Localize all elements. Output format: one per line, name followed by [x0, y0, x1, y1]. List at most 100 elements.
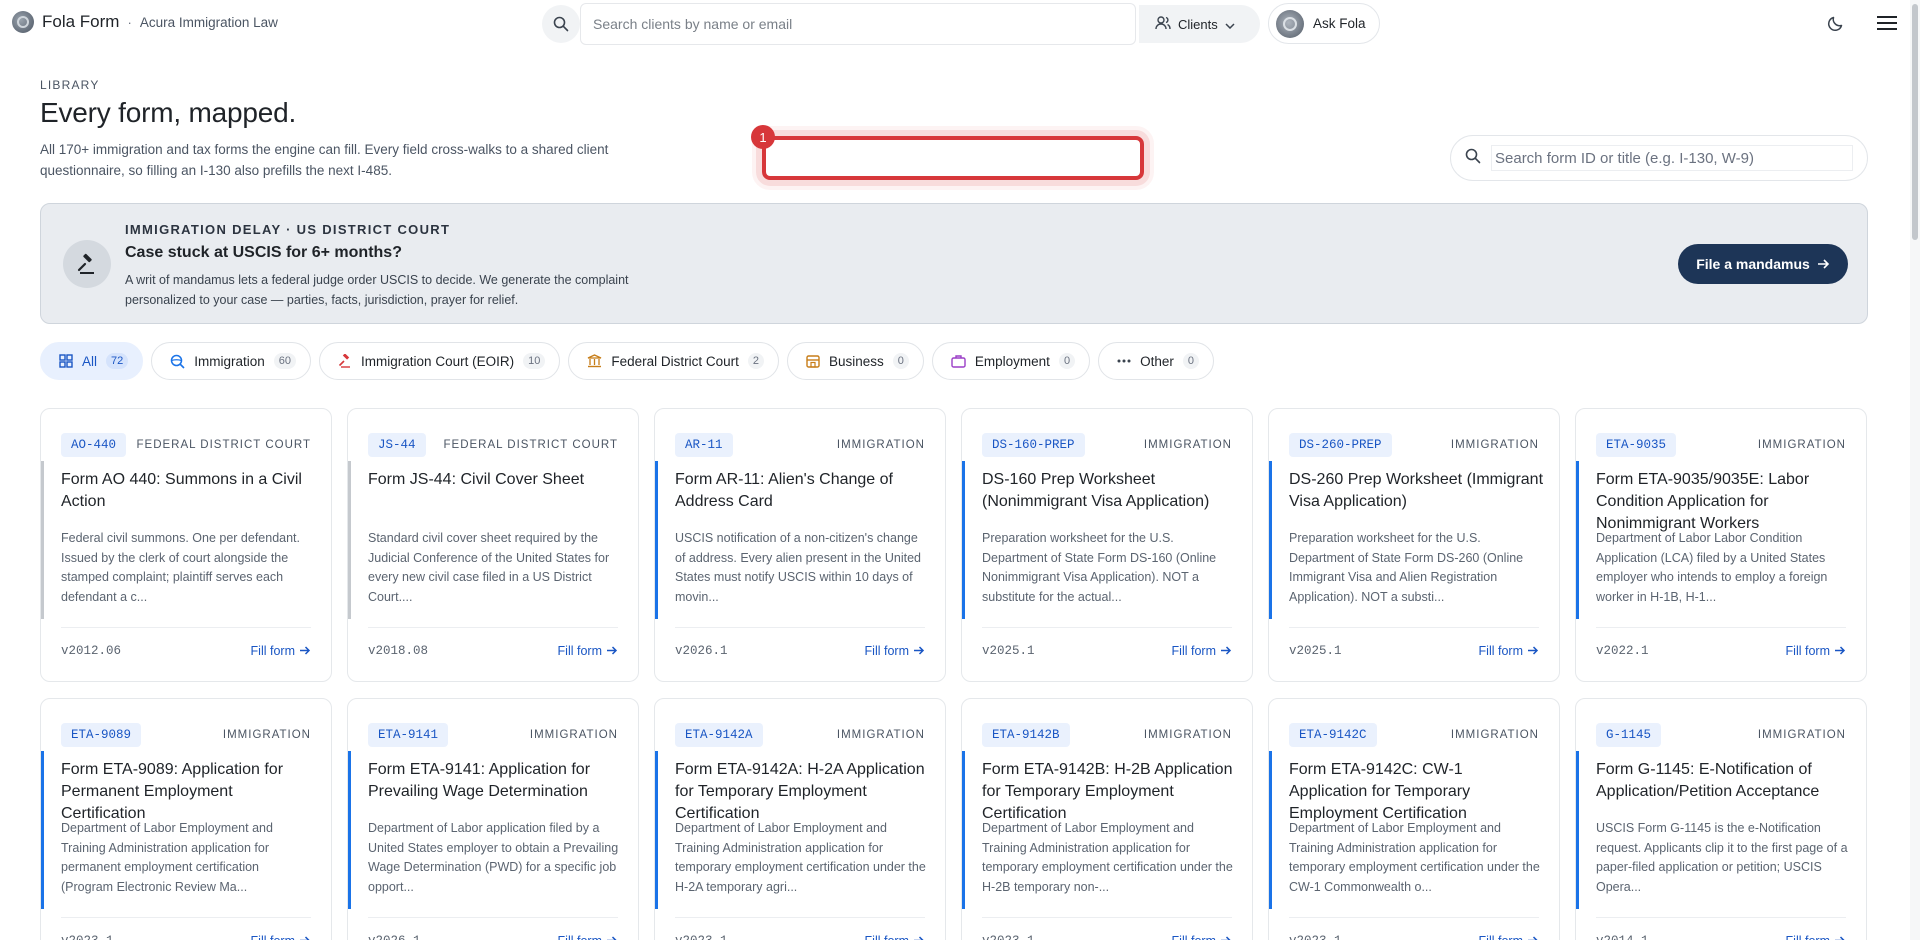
card-accent-bar	[1269, 461, 1272, 619]
form-category: IMMIGRATION	[1143, 729, 1232, 741]
fill-form-link[interactable]: Fill form	[1479, 934, 1539, 940]
form-description: Preparation worksheet for the U.S. Depar…	[1289, 531, 1524, 604]
tab-other[interactable]: Other 0	[1098, 342, 1214, 380]
fill-form-link[interactable]: Fill form	[558, 934, 618, 940]
form-card[interactable]: ETA-9035 IMMIGRATION Form ETA-9035/9035E: …	[1575, 408, 1867, 682]
card-footer: v2012.06 Fill form	[61, 627, 311, 658]
tab-business[interactable]: Business 0	[787, 342, 924, 380]
form-version: v2023.1	[675, 934, 728, 940]
form-category: IMMIGRATION	[1757, 439, 1846, 451]
client-search-input[interactable]	[580, 3, 1136, 45]
form-card[interactable]: AR-11 IMMIGRATION Form AR-11: Alien's Chan…	[654, 408, 946, 682]
scope-dropdown[interactable]: Clients	[1139, 5, 1260, 43]
fill-form-link[interactable]: Fill form	[1172, 934, 1232, 940]
ask-fola-label: Ask Fola	[1313, 16, 1366, 31]
form-version: v2026.1	[675, 644, 728, 658]
form-card[interactable]: G-1145 IMMIGRATION Form G-1145: E-Notifica…	[1575, 698, 1867, 940]
form-version: v2012.06	[61, 644, 122, 658]
fill-form-link[interactable]: Fill form	[865, 934, 925, 940]
search-icon[interactable]	[542, 5, 580, 43]
brand-separator: ·	[127, 14, 132, 30]
form-search-input[interactable]	[1491, 145, 1853, 171]
chevron-down-icon	[1225, 17, 1235, 32]
form-card[interactable]: ETA-9142C IMMIGRATION Form ETA-9142C: CW-1…	[1268, 698, 1560, 940]
form-id-badge: ETA-9142B	[982, 723, 1070, 747]
org-name: Acura Immigration Law	[139, 14, 278, 30]
form-category: FEDERAL DISTRICT COURT	[136, 439, 311, 451]
form-description: Federal civil summons. One per defendant…	[61, 531, 301, 604]
form-category: IMMIGRATION	[836, 439, 925, 451]
ask-fola-button[interactable]: Ask Fola	[1268, 3, 1380, 44]
tab-immigration[interactable]: Immigration 60	[151, 342, 312, 380]
fill-form-link[interactable]: Fill form	[558, 644, 618, 658]
form-description: Department of Labor Employment and Train…	[61, 821, 273, 894]
tab-immigration-court-eoir[interactable]: Immigration Court (EOIR) 10	[319, 342, 561, 380]
tab-label: Immigration Court (EOIR)	[361, 353, 515, 369]
arrow-right-icon	[1835, 644, 1846, 658]
fola-avatar	[1276, 9, 1304, 38]
fill-form-link[interactable]: Fill form	[1172, 644, 1232, 658]
fill-form-link[interactable]: Fill form	[1479, 644, 1539, 658]
more-icon	[1117, 359, 1131, 363]
fill-form-link[interactable]: Fill form	[251, 644, 311, 658]
form-title[interactable]: Form ETA-9142A: H-2A Application for Tem…	[675, 759, 929, 825]
form-card[interactable]: ETA-9142A IMMIGRATION Form ETA-9142A: H-2A…	[654, 698, 946, 940]
form-category: IMMIGRATION	[1143, 439, 1232, 451]
form-id-badge: G-1145	[1596, 723, 1662, 747]
hamburger-menu-icon[interactable]	[1875, 11, 1899, 35]
fill-form-link[interactable]: Fill form	[1786, 934, 1846, 940]
arrow-right-icon	[300, 644, 311, 658]
card-accent-bar	[962, 751, 965, 909]
gavel-icon	[338, 354, 352, 368]
form-card[interactable]: ETA-9089 IMMIGRATION Form ETA-9089: Applic…	[40, 698, 332, 940]
form-description: Preparation worksheet for the U.S. Depar…	[982, 531, 1217, 604]
page-title: Every form, mapped.	[40, 97, 297, 128]
tab-count: 0	[1058, 353, 1076, 369]
card-footer: v2023.1 Fill form	[982, 917, 1232, 940]
form-title[interactable]: Form ETA-9035/9035E: Labor Condition App…	[1596, 469, 1850, 535]
card-header: JS-44 FEDERAL DISTRICT COURT	[368, 433, 618, 457]
card-header: DS-160-PREP IMMIGRATION	[982, 433, 1232, 457]
form-title[interactable]: Form G-1145: E-Notification of Applicati…	[1596, 759, 1850, 803]
form-version: v2026.1	[368, 934, 421, 940]
form-title[interactable]: Form ETA-9142B: H-2B Application for Tem…	[982, 759, 1236, 825]
card-accent-bar	[348, 751, 351, 909]
form-title[interactable]: Form JS-44: Civil Cover Sheet	[368, 469, 622, 491]
fill-form-link[interactable]: Fill form	[251, 934, 311, 940]
tab-employment[interactable]: Employment 0	[931, 342, 1091, 380]
tab-label: Business	[829, 353, 884, 369]
brand[interactable]: Fola Form · Acura Immigration Law	[12, 11, 278, 33]
file-mandamus-button[interactable]: File a mandamus	[1678, 244, 1848, 284]
brand-name: Fola Form	[42, 12, 120, 31]
scrollbar[interactable]	[1910, 0, 1920, 940]
scrollbar-thumb[interactable]	[1912, 4, 1918, 240]
card-accent-bar	[962, 461, 965, 619]
form-card[interactable]: DS-160-PREP IMMIGRATION DS-160 Prep Worksh…	[961, 408, 1253, 682]
dark-mode-icon[interactable]	[1824, 11, 1848, 35]
form-card[interactable]: ETA-9142B IMMIGRATION Form ETA-9142B: H-2B…	[961, 698, 1253, 940]
card-accent-bar	[1269, 751, 1272, 909]
tab-all[interactable]: All 72	[40, 342, 144, 380]
card-accent-bar	[1576, 751, 1579, 909]
globe-search-icon	[170, 354, 185, 369]
form-title[interactable]: Form ETA-9142C: CW-1 Application for Tem…	[1289, 759, 1543, 825]
form-title[interactable]: DS-260 Prep Worksheet (Immigrant Visa Ap…	[1289, 469, 1543, 513]
form-id-badge: AO-440	[61, 433, 127, 457]
brand-logo	[12, 11, 34, 33]
fill-form-link[interactable]: Fill form	[865, 644, 925, 658]
form-title[interactable]: Form AR-11: Alien's Change of Address Ca…	[675, 469, 929, 513]
form-version: v2023.1	[1289, 934, 1342, 940]
form-card[interactable]: DS-260-PREP IMMIGRATION DS-260 Prep Worksh…	[1268, 408, 1560, 682]
form-title[interactable]: Form ETA-9141: Application for Prevailin…	[368, 759, 622, 803]
scope-label: Clients	[1178, 16, 1218, 32]
form-title[interactable]: Form AO 440: Summons in a Civil Action	[61, 469, 315, 513]
tab-federal-district-court[interactable]: Federal District Court 2	[568, 342, 779, 380]
form-card[interactable]: AO-440 FEDERAL DISTRICT COURT Form AO 440:…	[40, 408, 332, 682]
arrow-right-icon	[1528, 934, 1539, 940]
form-card[interactable]: ETA-9141 IMMIGRATION Form ETA-9141: Applic…	[347, 698, 639, 940]
form-id-badge: ETA-9035	[1596, 433, 1677, 457]
fill-form-link[interactable]: Fill form	[1786, 644, 1846, 658]
form-card[interactable]: JS-44 FEDERAL DISTRICT COURT Form JS-44: C…	[347, 408, 639, 682]
form-title[interactable]: Form ETA-9089: Application for Permanent…	[61, 759, 315, 825]
form-title[interactable]: DS-160 Prep Worksheet (Nonimmigrant Visa…	[982, 469, 1236, 513]
